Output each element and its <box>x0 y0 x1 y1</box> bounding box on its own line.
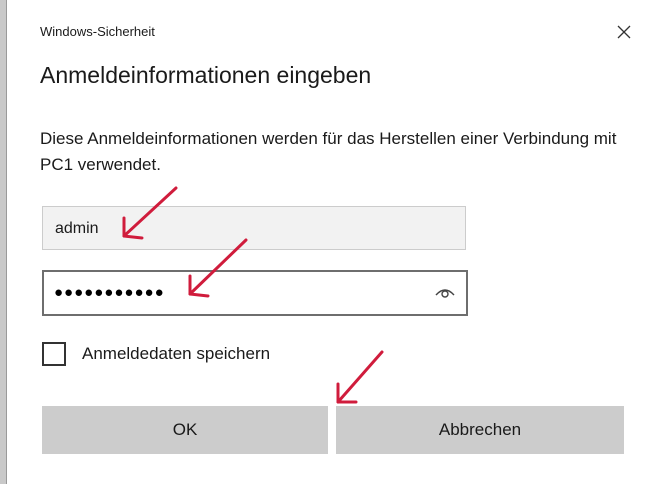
remember-credentials-row[interactable]: Anmeldedaten speichern <box>42 342 270 366</box>
window-title: Windows-Sicherheit <box>40 24 155 39</box>
cancel-button[interactable]: Abbrechen <box>336 406 624 454</box>
window-frame-left <box>0 0 7 484</box>
dialog-heading: Anmeldeinformationen eingeben <box>40 62 372 88</box>
username-input[interactable]: admin <box>42 206 466 250</box>
remember-credentials-label[interactable]: Anmeldedaten speichern <box>82 344 270 364</box>
dialog-description: Diese Anmeldeinformationen werden für da… <box>40 129 617 174</box>
username-value: admin <box>55 220 99 237</box>
arrow-to-ok-button <box>336 350 384 404</box>
remember-credentials-checkbox[interactable] <box>42 342 66 366</box>
eye-icon[interactable] <box>434 283 456 301</box>
password-input[interactable]: ●●●●●●●●●●● <box>42 270 468 316</box>
close-icon <box>617 25 631 39</box>
close-button[interactable] <box>612 20 636 44</box>
password-value: ●●●●●●●●●●● <box>54 284 165 301</box>
credential-dialog: Windows-Sicherheit Anmeldeinformationen … <box>0 0 646 484</box>
ok-button[interactable]: OK <box>42 406 328 454</box>
